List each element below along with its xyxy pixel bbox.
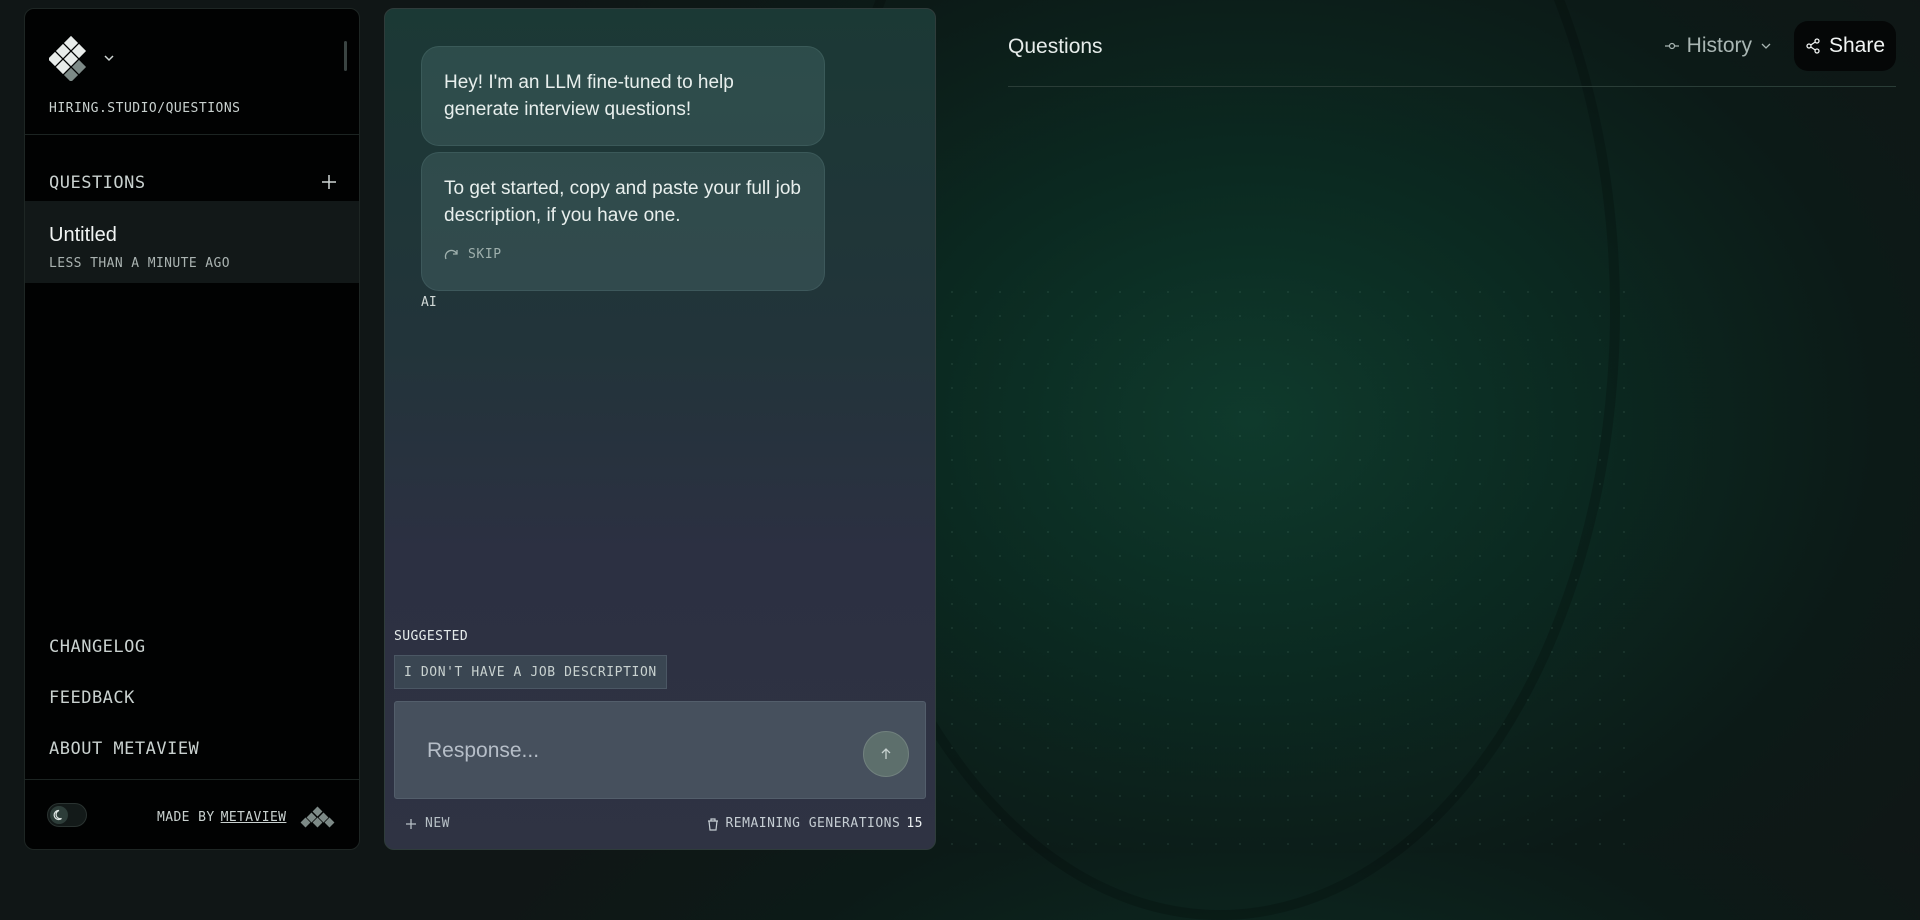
history-label: History — [1686, 34, 1752, 57]
sender-label: AI — [421, 295, 437, 310]
sidebar-scrollbar[interactable] — [344, 41, 347, 71]
plus-icon — [322, 175, 336, 189]
send-button[interactable] — [863, 731, 909, 777]
chevron-down-icon — [104, 55, 114, 62]
message-text: To get started, copy and paste your full… — [444, 178, 801, 226]
sidebar-item-timestamp: LESS THAN A MINUTE AGO — [49, 256, 230, 271]
suggested-label: SUGGESTED — [394, 629, 469, 644]
remaining-generations: REMAINING GENERATIONS 15 — [707, 816, 923, 831]
page-title: Questions — [1008, 35, 1103, 58]
metaview-link[interactable]: METAVIEW — [221, 810, 287, 825]
nav-feedback[interactable]: FEEDBACK — [49, 688, 135, 708]
arrow-up-icon — [881, 748, 891, 759]
remaining-count: 15 — [906, 816, 923, 831]
new-chat-button[interactable]: NEW — [405, 816, 450, 831]
share-nodes-icon — [1806, 38, 1820, 54]
theme-toggle[interactable] — [47, 803, 87, 827]
section-title: QUESTIONS — [49, 173, 146, 193]
plus-icon — [406, 818, 416, 829]
brand-url: HIRING.STUDIO/QUESTIONS — [49, 101, 241, 116]
chat-panel: Hey! I'm an LLM fine-tuned to help gener… — [384, 8, 936, 850]
chat-message: To get started, copy and paste your full… — [421, 152, 825, 291]
brand-switcher[interactable] — [49, 35, 115, 81]
toggle-knob — [50, 806, 68, 824]
sidebar-item-title: Untitled — [49, 224, 117, 246]
share-button[interactable]: Share — [1794, 21, 1896, 71]
history-dropdown[interactable]: History — [1664, 34, 1772, 58]
commit-icon — [1664, 42, 1679, 50]
cup-icon — [708, 817, 719, 831]
response-input-box — [394, 701, 926, 799]
nav-about-metaview[interactable]: ABOUT METAVIEW — [49, 739, 199, 759]
suggestion-chip[interactable]: I DON'T HAVE A JOB DESCRIPTION — [394, 655, 667, 689]
skip-label: SKIP — [468, 247, 502, 262]
dot-grid-background — [940, 280, 1640, 853]
metaview-logo-icon — [300, 806, 335, 828]
made-by: MADE BY METAVIEW — [157, 806, 336, 828]
share-label: Share — [1828, 34, 1886, 57]
sidebar: HIRING.STUDIO/QUESTIONS QUESTIONS Untitl… — [24, 8, 360, 850]
chat-message: Hey! I'm an LLM fine-tuned to help gener… — [421, 46, 825, 146]
add-question-button[interactable] — [321, 171, 337, 195]
response-input[interactable] — [425, 732, 849, 770]
divider — [25, 779, 359, 780]
moon-icon — [53, 809, 62, 821]
redo-icon — [444, 249, 458, 259]
message-text: Hey! I'm an LLM fine-tuned to help gener… — [444, 72, 734, 120]
made-by-label: MADE BY — [157, 809, 215, 825]
sidebar-item-untitled[interactable]: Untitled LESS THAN A MINUTE AGO — [25, 201, 359, 283]
remaining-label: REMAINING GENERATIONS — [725, 816, 901, 831]
new-label: NEW — [425, 816, 450, 831]
nav-changelog[interactable]: CHANGELOG — [49, 637, 146, 657]
questions-header: Questions History Share — [1008, 0, 1896, 87]
questions-section-header: QUESTIONS — [49, 171, 337, 195]
chevron-down-icon — [1761, 43, 1771, 49]
divider — [25, 134, 359, 135]
skip-button[interactable]: SKIP — [444, 241, 802, 268]
diamond-grid-logo-icon — [49, 35, 87, 81]
